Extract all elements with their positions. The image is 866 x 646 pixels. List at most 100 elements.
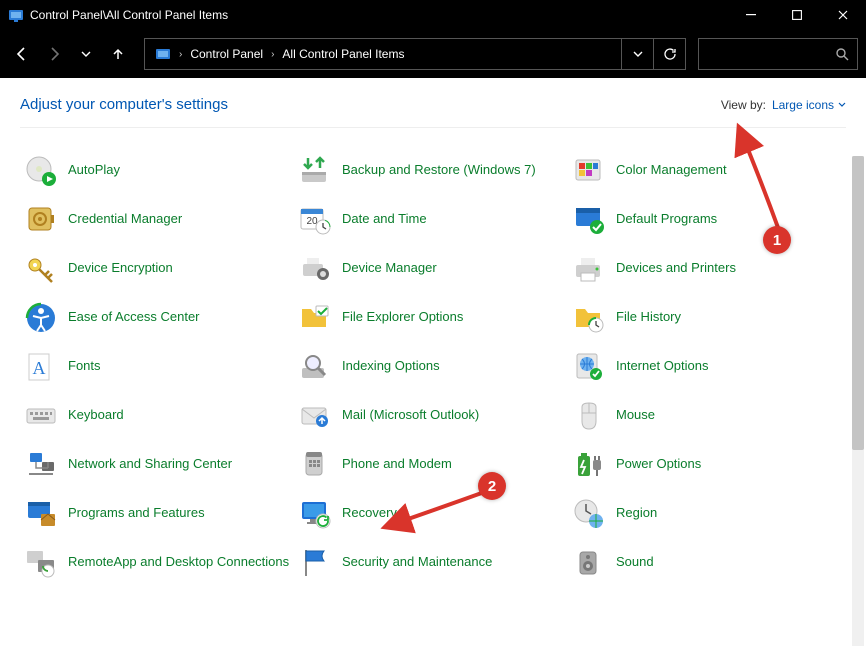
- cp-item-label: Power Options: [616, 456, 701, 472]
- cp-item-label: Region: [616, 505, 657, 521]
- security-and-maintenance-icon: [298, 546, 332, 580]
- recovery-icon: [298, 497, 332, 531]
- maximize-button[interactable]: [774, 0, 820, 30]
- remoteapp-and-desktop-connections-icon: [24, 546, 58, 580]
- programs-and-features-icon: [24, 497, 58, 531]
- phone-and-modem-icon: [298, 448, 332, 482]
- cp-item-sound[interactable]: Sound: [572, 538, 846, 587]
- cp-item-mail-microsoft-outlook[interactable]: Mail (Microsoft Outlook): [298, 391, 572, 440]
- indexing-options-icon: [298, 350, 332, 384]
- cp-item-device-manager[interactable]: Device Manager: [298, 244, 572, 293]
- cp-item-file-explorer-options[interactable]: File Explorer Options: [298, 293, 572, 342]
- cp-item-indexing-options[interactable]: Indexing Options: [298, 342, 572, 391]
- cp-item-label: Indexing Options: [342, 358, 440, 374]
- chevron-right-icon: ›: [177, 49, 184, 60]
- file-explorer-options-icon: [298, 301, 332, 335]
- recent-dropdown[interactable]: [72, 40, 100, 68]
- cp-item-label: Mail (Microsoft Outlook): [342, 407, 479, 423]
- cp-item-label: Network and Sharing Center: [68, 456, 232, 472]
- cp-item-label: Fonts: [68, 358, 101, 374]
- scrollbar-thumb[interactable]: [852, 156, 864, 450]
- breadcrumb-control-panel[interactable]: Control Panel: [184, 39, 269, 69]
- breadcrumb-all-items[interactable]: All Control Panel Items: [276, 39, 410, 69]
- annotation-badge-2: 2: [478, 472, 506, 500]
- refresh-button[interactable]: [653, 39, 685, 69]
- cp-item-ease-of-access-center[interactable]: Ease of Access Center: [24, 293, 298, 342]
- cp-item-label: Mouse: [616, 407, 655, 423]
- content-area: Adjust your computer's settings View by:…: [0, 78, 866, 646]
- cp-item-label: Device Manager: [342, 260, 437, 276]
- cp-item-date-and-time[interactable]: 20 Date and Time: [298, 195, 572, 244]
- power-options-icon: [572, 448, 606, 482]
- titlebar: Control Panel\All Control Panel Items: [0, 0, 866, 30]
- cp-item-label: File Explorer Options: [342, 309, 463, 325]
- cp-item-label: Sound: [616, 554, 654, 570]
- cp-item-security-and-maintenance[interactable]: Security and Maintenance: [298, 538, 572, 587]
- cp-item-label: Devices and Printers: [616, 260, 736, 276]
- cp-item-label: Security and Maintenance: [342, 554, 492, 570]
- scrollbar[interactable]: [852, 156, 864, 646]
- cp-item-power-options[interactable]: Power Options: [572, 440, 846, 489]
- back-button[interactable]: [8, 40, 36, 68]
- address-icon: [149, 39, 177, 69]
- search-icon: [835, 47, 849, 61]
- default-programs-icon: [572, 203, 606, 237]
- cp-item-fonts[interactable]: A Fonts: [24, 342, 298, 391]
- address-dropdown-button[interactable]: [621, 39, 653, 69]
- cp-item-label: File History: [616, 309, 681, 325]
- cp-item-remoteapp-and-desktop-connections[interactable]: RemoteApp and Desktop Connections: [24, 538, 298, 587]
- forward-button[interactable]: [40, 40, 68, 68]
- cp-item-default-programs[interactable]: Default Programs: [572, 195, 846, 244]
- cp-item-region[interactable]: Region: [572, 489, 846, 538]
- content-header: Adjust your computer's settings View by:…: [20, 92, 846, 128]
- cp-item-credential-manager[interactable]: Credential Manager: [24, 195, 298, 244]
- cp-item-label: Default Programs: [616, 211, 717, 227]
- svg-text:A: A: [33, 358, 46, 378]
- cp-item-devices-and-printers[interactable]: Devices and Printers: [572, 244, 846, 293]
- cp-item-autoplay[interactable]: AutoPlay: [24, 146, 298, 195]
- window-title: Control Panel\All Control Panel Items: [30, 8, 228, 22]
- cp-item-color-management[interactable]: Color Management: [572, 146, 846, 195]
- date-and-time-icon: 20: [298, 203, 332, 237]
- sound-icon: [572, 546, 606, 580]
- chevron-down-icon: [838, 101, 846, 109]
- cp-item-label: Color Management: [616, 162, 727, 178]
- minimize-button[interactable]: [728, 0, 774, 30]
- cp-item-label: AutoPlay: [68, 162, 120, 178]
- cp-item-file-history[interactable]: File History: [572, 293, 846, 342]
- cp-item-network-and-sharing-center[interactable]: Network and Sharing Center: [24, 440, 298, 489]
- network-and-sharing-center-icon: [24, 448, 58, 482]
- fonts-icon: A: [24, 350, 58, 384]
- cp-item-label: Keyboard: [68, 407, 124, 423]
- cp-item-label: Ease of Access Center: [68, 309, 200, 325]
- cp-item-recovery[interactable]: Recovery: [298, 489, 572, 538]
- viewby-dropdown[interactable]: Large icons: [772, 98, 846, 112]
- mail-microsoft-outlook-icon: [298, 399, 332, 433]
- cp-item-label: Phone and Modem: [342, 456, 452, 472]
- cp-item-internet-options[interactable]: Internet Options: [572, 342, 846, 391]
- cp-item-backup-and-restore-windows-7[interactable]: Backup and Restore (Windows 7): [298, 146, 572, 195]
- control-panel-grid: AutoPlay Backup and Restore (Windows 7) Co…: [20, 146, 846, 587]
- cp-item-label: Credential Manager: [68, 211, 182, 227]
- autoplay-icon: [24, 154, 58, 188]
- cp-item-mouse[interactable]: Mouse: [572, 391, 846, 440]
- cp-item-phone-and-modem[interactable]: Phone and Modem: [298, 440, 572, 489]
- search-input[interactable]: [698, 38, 858, 70]
- viewby-label: View by:: [721, 98, 766, 112]
- backup-and-restore-windows-7-icon: [298, 154, 332, 188]
- cp-item-label: Date and Time: [342, 211, 427, 227]
- up-button[interactable]: [104, 40, 132, 68]
- cp-item-device-encryption[interactable]: Device Encryption: [24, 244, 298, 293]
- cp-item-programs-and-features[interactable]: Programs and Features: [24, 489, 298, 538]
- device-manager-icon: [298, 252, 332, 286]
- mouse-icon: [572, 399, 606, 433]
- titlebar-app-icon: [8, 7, 24, 23]
- close-button[interactable]: [820, 0, 866, 30]
- address-bar[interactable]: › Control Panel › All Control Panel Item…: [144, 38, 686, 70]
- cp-item-label: Internet Options: [616, 358, 709, 374]
- cp-item-keyboard[interactable]: Keyboard: [24, 391, 298, 440]
- devices-and-printers-icon: [572, 252, 606, 286]
- cp-item-label: Programs and Features: [68, 505, 205, 521]
- keyboard-icon: [24, 399, 58, 433]
- page-title: Adjust your computer's settings: [20, 96, 228, 113]
